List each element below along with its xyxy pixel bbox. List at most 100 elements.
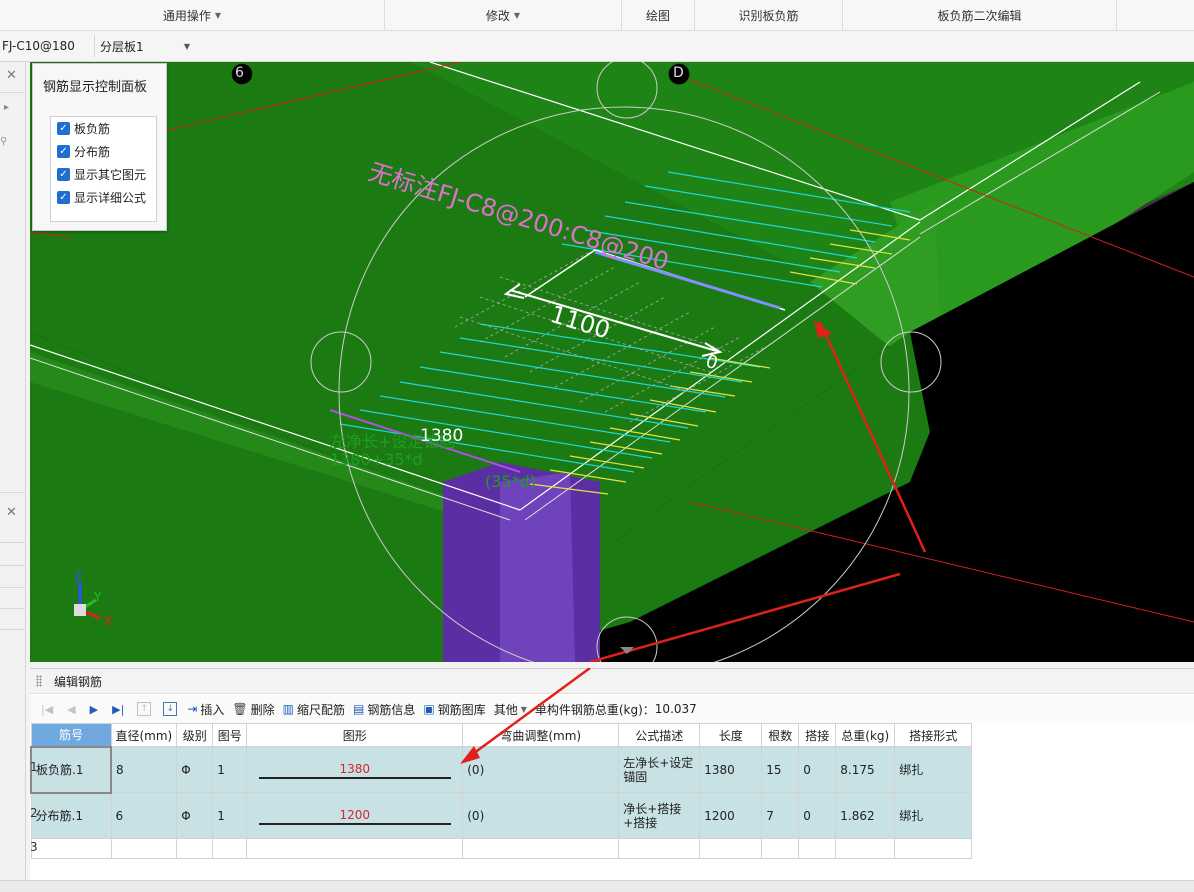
delete-button[interactable]: 🗑 删除 bbox=[228, 698, 278, 720]
option-label: 显示详细公式 bbox=[74, 191, 147, 205]
cell-figure[interactable]: 1 bbox=[212, 792, 248, 839]
chevron-down-icon: ▼ bbox=[183, 41, 190, 51]
shape-length-value[interactable]: 1200 bbox=[258, 807, 451, 825]
cell-lap[interactable]: 0 bbox=[798, 792, 837, 839]
cell-figure[interactable]: 1 bbox=[212, 746, 248, 793]
ribbon-group-label: 板负筋二次编辑 bbox=[937, 9, 1022, 23]
last-record-button[interactable]: ▶| bbox=[105, 698, 131, 720]
cell-length[interactable]: 1200 bbox=[699, 792, 763, 839]
row-number: 3 bbox=[30, 840, 38, 854]
3d-viewport[interactable]: 6 D 无标注FJ-C8@200:C8@200 1100 0 左净长+设定锚固 … bbox=[30, 62, 1194, 662]
column-header[interactable]: 图号 bbox=[212, 723, 248, 747]
cell-grade[interactable]: Φ bbox=[176, 792, 214, 839]
cell-bend[interactable]: (0) bbox=[462, 792, 620, 839]
callout-arrowhead bbox=[460, 746, 480, 764]
button-label: 钢筋信息 bbox=[367, 702, 416, 717]
rebar-info-button[interactable]: ▤ 钢筋信息 bbox=[349, 698, 419, 720]
x-axis-label: X bbox=[104, 614, 113, 628]
row-number: 2 bbox=[30, 806, 38, 820]
ribbon-group-label: 通用操作 bbox=[162, 9, 211, 23]
checkbox-checked-icon[interactable]: ✓ bbox=[57, 191, 70, 204]
rebar-display-control-panel: 钢筋显示控制面板 ✓ 板负筋 ✓ 分布筋 ✓ 显示其它图元 ✓ 显示详细公式 bbox=[32, 63, 167, 231]
button-label: 删除 bbox=[250, 702, 275, 717]
anchor-label: (35*d) bbox=[485, 472, 536, 491]
length-label: 1380 bbox=[420, 426, 464, 446]
y-axis-label: Y bbox=[94, 590, 102, 604]
cell-name[interactable]: 板负筋.1 bbox=[30, 745, 112, 794]
status-bar bbox=[0, 880, 1194, 892]
move-down-button[interactable]: ↓ bbox=[157, 698, 183, 720]
close-icon[interactable]: ✕ bbox=[6, 68, 17, 83]
checkbox-checked-icon[interactable]: ✓ bbox=[57, 122, 70, 135]
option-label: 显示其它图元 bbox=[74, 168, 147, 182]
option-slab-negative-rebar[interactable]: ✓ 板负筋 bbox=[51, 117, 156, 140]
left-dock-strip: ✕ ▸ ⚲ ✕ bbox=[0, 62, 26, 892]
table-row[interactable]: 分布筋.1 6 Φ 1 1200 (0) 净长+搭接+搭接 1200 7 0 1… bbox=[30, 792, 973, 839]
ribbon: 通用操作 ▼ 修改 ▼ 绘图 识别板负筋 板负筋二次编辑 bbox=[0, 0, 1194, 31]
cell-lap-type[interactable]: 绑扎 bbox=[894, 792, 973, 839]
ribbon-group-label: 修改 bbox=[485, 9, 510, 23]
ribbon-group-draw[interactable]: 绘图 bbox=[622, 0, 695, 31]
cell-formula[interactable]: 净长+搭接+搭接 bbox=[618, 792, 701, 839]
button-label: 缩尺配筋 bbox=[296, 702, 345, 717]
panel-title: 编辑钢筋 bbox=[54, 674, 103, 689]
callout-arrow bbox=[469, 668, 591, 758]
layer-select[interactable]: 分层板1 ▼ bbox=[94, 35, 194, 57]
3d-scene bbox=[30, 62, 1194, 662]
scale-bars-icon: ▥ bbox=[282, 702, 294, 716]
close-icon[interactable]: ✕ bbox=[6, 505, 17, 520]
formula-value: 1380+35*d bbox=[330, 450, 423, 469]
prev-record-button[interactable]: ◀ bbox=[60, 698, 82, 720]
cell-grade[interactable]: Φ bbox=[176, 746, 214, 793]
grid-label-d: D bbox=[673, 65, 684, 81]
option-show-detailed-formula[interactable]: ✓ 显示详细公式 bbox=[51, 186, 156, 209]
shape-length-value[interactable]: 1380 bbox=[258, 761, 451, 779]
column-face bbox=[500, 472, 575, 662]
ribbon-group-label: 识别板负筋 bbox=[738, 9, 799, 23]
column-header[interactable]: 级别 bbox=[176, 723, 214, 747]
option-list: ✓ 板负筋 ✓ 分布筋 ✓ 显示其它图元 ✓ 显示详细公式 bbox=[50, 116, 157, 222]
chevron-down-icon: ▼ bbox=[513, 11, 521, 20]
axis-origin bbox=[74, 604, 86, 616]
search-icon[interactable]: ⚲ bbox=[0, 136, 7, 147]
column-header[interactable]: 筋号 bbox=[30, 723, 112, 747]
insert-button[interactable]: ⇥ 插入 bbox=[183, 698, 228, 720]
arrow-down-icon: ↓ bbox=[163, 702, 178, 716]
cell-name[interactable]: 分布筋.1 bbox=[30, 792, 112, 839]
ribbon-group-label: 绘图 bbox=[645, 9, 670, 23]
row-number: 1 bbox=[30, 760, 38, 774]
info-list-icon: ▤ bbox=[352, 702, 365, 716]
option-show-other-elements[interactable]: ✓ 显示其它图元 bbox=[51, 163, 156, 186]
drag-handle-icon[interactable] bbox=[36, 675, 42, 687]
expand-icon[interactable]: ▸ bbox=[4, 102, 9, 113]
next-record-button[interactable]: ▶ bbox=[83, 698, 105, 720]
callout-arrow-overlay bbox=[460, 668, 591, 764]
arrow-up-icon: ↑ bbox=[137, 702, 152, 716]
ribbon-group-identify[interactable]: 识别板负筋 bbox=[695, 0, 843, 31]
ribbon-group-modify[interactable]: 修改 ▼ bbox=[385, 0, 622, 31]
rebar-type-value: FJ-C10@180 bbox=[2, 39, 75, 53]
checkbox-checked-icon[interactable]: ✓ bbox=[57, 145, 70, 158]
cell-weight[interactable]: 1.862 bbox=[835, 792, 896, 839]
scale-rebar-button[interactable]: ▥ 缩尺配筋 bbox=[279, 698, 349, 720]
ribbon-group-common[interactable]: 通用操作 ▼ bbox=[0, 0, 385, 31]
rebar-type-select[interactable]: FJ-C10@180 bbox=[0, 35, 92, 57]
option-label: 分布筋 bbox=[74, 145, 111, 159]
first-record-button[interactable]: |◀ bbox=[34, 698, 60, 720]
move-up-button[interactable]: ↑ bbox=[131, 698, 157, 720]
trash-icon: 🗑 bbox=[232, 702, 248, 716]
z-axis-label: Z bbox=[74, 570, 83, 584]
cell-shape[interactable]: 1200 bbox=[246, 792, 464, 839]
cell-count[interactable]: 7 bbox=[761, 792, 800, 839]
option-label: 板负筋 bbox=[74, 122, 111, 136]
column-header[interactable]: 直径(mm) bbox=[110, 723, 178, 747]
grid-label-6: 6 bbox=[235, 65, 244, 81]
cell-diameter[interactable]: 8 bbox=[110, 746, 178, 793]
cell-diameter[interactable]: 6 bbox=[110, 792, 178, 839]
checkbox-checked-icon[interactable]: ✓ bbox=[57, 168, 70, 181]
panel-title: 钢筋显示控制面板 bbox=[43, 80, 148, 95]
layer-value: 分层板1 bbox=[100, 39, 144, 54]
table-row[interactable] bbox=[30, 838, 973, 859]
option-distribution-rebar[interactable]: ✓ 分布筋 bbox=[51, 140, 156, 163]
ribbon-group-secondary-edit[interactable]: 板负筋二次编辑 bbox=[843, 0, 1117, 31]
